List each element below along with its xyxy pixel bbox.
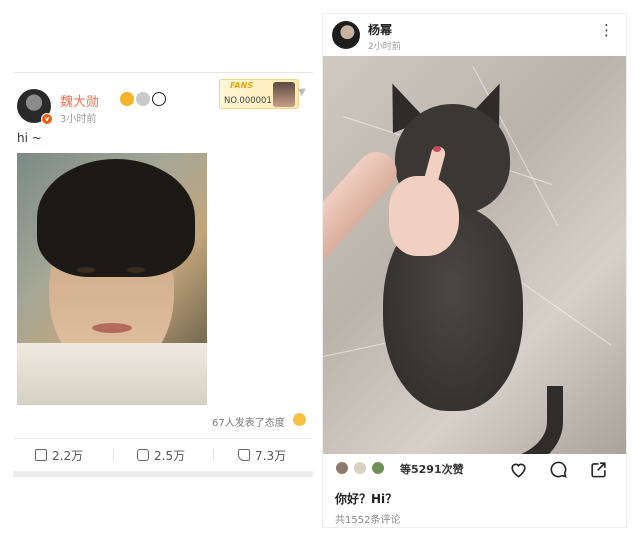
comment-icon: [137, 449, 149, 461]
post-username[interactable]: 杨幂: [368, 21, 392, 38]
comment-icon[interactable]: [549, 460, 568, 479]
avatar[interactable]: [332, 21, 360, 49]
post-username[interactable]: 魏大勋: [60, 91, 99, 110]
fans-label: FANS: [230, 81, 254, 90]
more-vertical-icon[interactable]: ⋮: [599, 23, 614, 38]
divider: [13, 438, 313, 439]
liker-avatar[interactable]: [371, 461, 385, 475]
post-text: hi ~: [17, 131, 42, 145]
fans-avatar: [273, 82, 295, 107]
fans-number: NO.000001: [224, 96, 272, 106]
heart-icon[interactable]: [509, 460, 528, 479]
reactions-count[interactable]: 67人发表了态度: [212, 414, 285, 429]
comment-button[interactable]: 2.5万: [137, 447, 185, 464]
liker-avatar[interactable]: [353, 461, 367, 475]
like-count: 7.3万: [255, 449, 287, 463]
card-bottom-bar: [13, 471, 313, 477]
post-time: 3小时前: [60, 114, 97, 125]
medal-badge-icon: [136, 92, 150, 106]
divider: [213, 449, 214, 461]
smile-emoji-icon[interactable]: [293, 413, 306, 426]
repost-button[interactable]: 2.2万: [35, 447, 83, 464]
verified-badge-icon: v: [41, 113, 53, 125]
likes-count[interactable]: 等5291次赞: [400, 461, 464, 477]
chevron-down-icon[interactable]: ▼: [298, 87, 306, 98]
repost-count: 2.2万: [52, 449, 84, 463]
comment-count: 2.5万: [154, 449, 186, 463]
post-photo[interactable]: [17, 153, 207, 405]
repost-icon: [35, 449, 47, 461]
divider: [113, 449, 114, 461]
liker-avatar[interactable]: [335, 461, 349, 475]
post-time: 2小时前: [368, 42, 401, 52]
share-icon[interactable]: [589, 460, 608, 479]
thumb-up-icon: [238, 449, 250, 461]
panda-badge-icon: [152, 92, 166, 106]
view-comments-link[interactable]: 共1552条评论: [335, 511, 400, 526]
post-photo[interactable]: [323, 56, 626, 454]
instagram-post-card: 杨幂 2小时前 ⋮ 等5291次赞 你好？Hi？ 共1552条评论: [322, 13, 627, 528]
fans-badge[interactable]: FANS NO.000001: [219, 79, 299, 109]
weibo-post-card: v 魏大勋 3小时前 FANS NO.000001 ▼ hi ~ 67人发表了态…: [13, 72, 313, 477]
vip-badge-icon: [120, 92, 134, 106]
like-button[interactable]: 7.3万: [238, 447, 286, 464]
post-caption: 你好？Hi？: [335, 492, 398, 506]
user-badges: [120, 92, 168, 106]
